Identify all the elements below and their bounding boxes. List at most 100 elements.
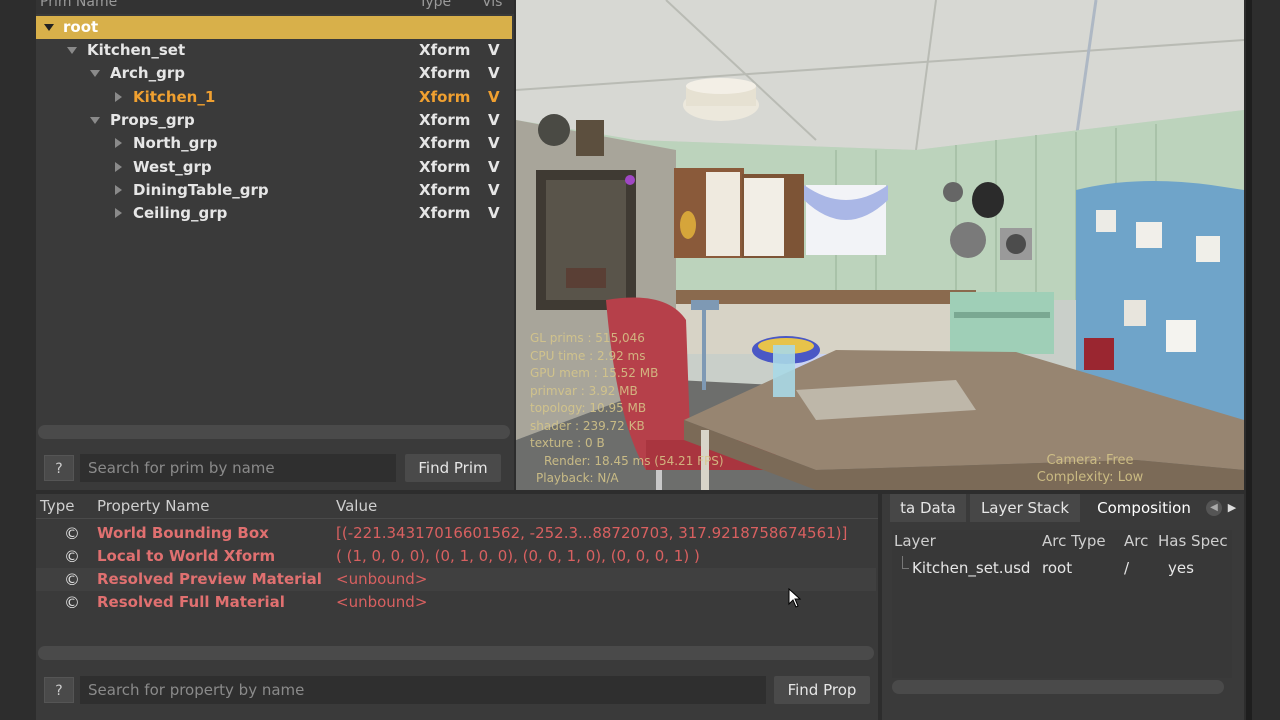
expand-arrow-icon[interactable] <box>67 47 77 54</box>
hud-gl-prims: GL prims : 515,046 <box>530 331 645 345</box>
mouse-cursor-icon <box>788 588 802 608</box>
expand-arrow-icon[interactable] <box>90 70 100 77</box>
tab-meta-data[interactable]: ta Data <box>890 494 966 522</box>
property-name: Local to World Xform <box>97 547 276 565</box>
hud-topology: topology: 10.95 MB <box>530 401 647 415</box>
prim-search-help-button[interactable]: ? <box>44 455 74 481</box>
prim-name: Kitchen_1 <box>133 88 216 106</box>
3d-viewport[interactable]: GL prims : 515,046 CPU time : 2.92 ms GP… <box>516 0 1244 490</box>
prim-type: Xform <box>419 111 471 129</box>
computed-property-icon: © <box>64 547 80 566</box>
tab-layer-stack[interactable]: Layer Stack <box>970 494 1080 522</box>
property-search-help-button[interactable]: ? <box>44 677 74 703</box>
property-row-local-to-world-xform[interactable]: © Local to World Xform ( (1, 0, 0, 0), (… <box>36 545 876 568</box>
tab-scroll-left-icon[interactable]: ◀ <box>1206 500 1222 516</box>
prim-visibility-toggle[interactable]: V <box>488 179 500 202</box>
prim-name: Kitchen_set <box>87 41 186 59</box>
type-column-header[interactable]: Type <box>40 494 74 518</box>
composition-row[interactable]: Kitchen_set.usd root / yes <box>892 556 1232 580</box>
prim-name: Ceiling_grp <box>133 204 228 222</box>
prim-type: Xform <box>419 204 471 222</box>
tree-row-diningtable-grp[interactable]: DiningTable_grp Xform V <box>36 179 512 202</box>
tree-row-arch-grp[interactable]: Arch_grp Xform V <box>36 62 512 85</box>
property-name: Resolved Preview Material <box>97 570 322 588</box>
collapsed-arrow-icon[interactable] <box>115 162 122 172</box>
hud-camera: Camera: Free <box>1046 453 1134 468</box>
collapsed-arrow-icon[interactable] <box>115 185 122 195</box>
property-value: [(-221.34317016601562, -252.3...88720703… <box>336 524 848 542</box>
tree-row-north-grp[interactable]: North_grp Xform V <box>36 132 512 155</box>
prim-tree-horizontal-scrollbar[interactable] <box>38 425 510 439</box>
prim-type: Xform <box>419 41 471 59</box>
prim-name-column-header[interactable]: Prim Name <box>40 0 117 10</box>
has-spec: yes <box>1168 559 1194 577</box>
prim-visibility-toggle[interactable]: V <box>488 156 500 179</box>
collapsed-arrow-icon[interactable] <box>115 92 122 102</box>
properties-horizontal-scrollbar[interactable] <box>38 646 874 660</box>
prim-name: North_grp <box>133 134 218 152</box>
camera-info-overlay: Camera: Free Complexity: Low <box>1020 452 1160 486</box>
vis-column-header[interactable]: Vis <box>482 0 502 10</box>
hud-texture: texture : 0 B <box>530 436 605 450</box>
window-edge <box>1246 0 1252 720</box>
property-row-world-bounding-box[interactable]: © World Bounding Box [(-221.343170166015… <box>36 522 876 545</box>
prim-tree-header: Prim Name Type Vis <box>36 0 514 14</box>
collapsed-arrow-icon[interactable] <box>115 208 122 218</box>
property-value: <unbound> <box>336 570 428 588</box>
composition-horizontal-scrollbar[interactable] <box>892 680 1224 694</box>
prim-type: Xform <box>419 134 471 152</box>
property-row-resolved-preview-material[interactable]: © Resolved Preview Material <unbound> <box>36 568 876 591</box>
render-stats-overlay: GL prims : 515,046 CPU time : 2.92 ms GP… <box>530 330 730 488</box>
arc-type: root <box>1042 559 1073 577</box>
layer-column-header[interactable]: Layer <box>894 532 936 550</box>
property-name: Resolved Full Material <box>97 593 285 611</box>
tab-composition[interactable]: Composition <box>1084 494 1204 522</box>
tab-scroll-right-icon[interactable]: ▶ <box>1224 500 1240 516</box>
prim-type: Xform <box>419 88 471 106</box>
header-divider <box>36 518 878 519</box>
property-name-column-header[interactable]: Property Name <box>97 494 210 518</box>
prim-name: DiningTable_grp <box>133 181 269 199</box>
composition-panel: ta Data Layer Stack Composition ◀ ▶ Laye… <box>882 494 1244 720</box>
computed-property-icon: © <box>64 524 80 543</box>
hud-complexity: Complexity: Low <box>1036 470 1144 485</box>
expand-arrow-icon[interactable] <box>90 117 100 124</box>
arc-type-column-header[interactable]: Arc Type <box>1042 532 1106 550</box>
tree-row-props-grp[interactable]: Props_grp Xform V <box>36 109 512 132</box>
arc-column-header[interactable]: Arc <box>1124 532 1148 550</box>
arc-path: / <box>1124 559 1130 577</box>
prim-visibility-toggle[interactable]: V <box>488 109 500 132</box>
expand-arrow-icon[interactable] <box>44 24 54 31</box>
value-column-header[interactable]: Value <box>336 494 377 518</box>
prim-visibility-toggle[interactable]: V <box>488 132 500 155</box>
property-value: <unbound> <box>336 593 428 611</box>
property-row-resolved-full-material[interactable]: © Resolved Full Material <unbound> <box>36 591 876 614</box>
prim-name: Arch_grp <box>110 64 185 82</box>
prim-visibility-toggle[interactable]: V <box>488 39 500 62</box>
type-column-header[interactable]: Type <box>419 0 451 10</box>
prim-visibility-toggle[interactable]: V <box>488 202 500 225</box>
tree-row-ceiling-grp[interactable]: Ceiling_grp Xform V <box>36 202 512 225</box>
find-prim-button[interactable]: Find Prim <box>405 454 501 482</box>
prim-name: root <box>63 18 99 36</box>
tree-row-kitchen-1[interactable]: Kitchen_1 Xform V <box>36 86 512 109</box>
property-name: World Bounding Box <box>97 524 269 542</box>
collapsed-arrow-icon[interactable] <box>115 138 122 148</box>
prim-visibility-toggle[interactable]: V <box>488 62 500 85</box>
properties-panel: Type Property Name Value © World Boundin… <box>36 494 878 720</box>
prim-type: Xform <box>419 64 471 82</box>
property-value: ( (1, 0, 0, 0), (0, 1, 0, 0), (0, 0, 1, … <box>336 547 700 565</box>
find-prop-button[interactable]: Find Prop <box>774 676 870 704</box>
prim-type: Xform <box>419 158 471 176</box>
has-spec-column-header[interactable]: Has Spec <box>1158 532 1228 550</box>
tree-row-root[interactable]: root <box>36 16 512 39</box>
prim-search-input[interactable]: Search for prim by name <box>80 454 396 482</box>
prim-visibility-toggle[interactable]: V <box>488 86 500 109</box>
layer-name: Kitchen_set.usd <box>912 559 1031 577</box>
tree-row-west-grp[interactable]: West_grp Xform V <box>36 156 512 179</box>
tree-branch-line <box>902 556 909 569</box>
computed-property-icon: © <box>64 570 80 589</box>
property-search-input[interactable]: Search for property by name <box>80 676 766 704</box>
tree-row-kitchen-set[interactable]: Kitchen_set Xform V <box>36 39 512 62</box>
hud-render-time: Render: 18.45 ms (54.21 FPS) <box>544 453 724 468</box>
